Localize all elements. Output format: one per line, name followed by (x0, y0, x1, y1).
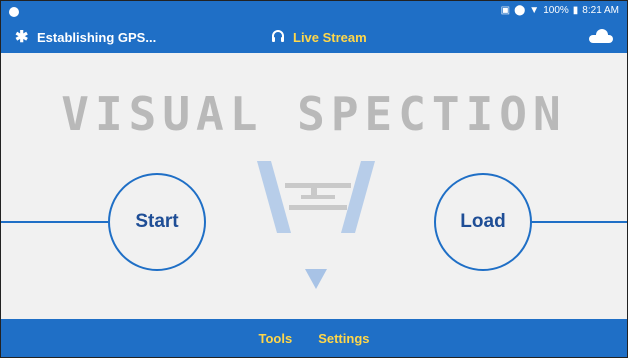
system-status-bar: ▣ ⬤ ▼ 100% ▮ 8:21 AM (501, 5, 619, 16)
cloud-icon[interactable] (589, 29, 613, 43)
live-stream-label: Live Stream (293, 30, 367, 45)
wifi-icon: ▼ (529, 5, 540, 16)
cast-icon: ▣ (500, 5, 511, 16)
location-icon: ⬤ (514, 5, 526, 16)
battery-percent: 100% (543, 5, 569, 16)
clock: 8:21 AM (582, 5, 619, 16)
live-stream-button[interactable]: Live Stream (271, 29, 367, 46)
app-logo-text: VISUAL SPECTION (61, 87, 567, 141)
top-bar: ▣ ⬤ ▼ 100% ▮ 8:21 AM ✱ Establishing GPS.… (1, 1, 627, 53)
headphones-icon (271, 29, 285, 46)
bluetooth-searching-icon: ✱ (15, 29, 29, 46)
load-connector-line (530, 221, 627, 223)
load-button[interactable]: Load (434, 173, 532, 271)
app-emblem-logo (257, 161, 375, 289)
start-connector-line (1, 221, 108, 223)
settings-tab[interactable]: Settings (318, 331, 369, 346)
battery-icon: ▮ (572, 5, 579, 16)
tools-tab[interactable]: Tools (259, 331, 293, 346)
app-window: ▣ ⬤ ▼ 100% ▮ 8:21 AM ✱ Establishing GPS.… (0, 0, 628, 358)
gps-status: Establishing GPS... (37, 30, 157, 45)
start-button[interactable]: Start (108, 173, 206, 271)
notification-dot-icon (9, 7, 19, 17)
bottom-nav: Tools Settings (1, 319, 627, 357)
